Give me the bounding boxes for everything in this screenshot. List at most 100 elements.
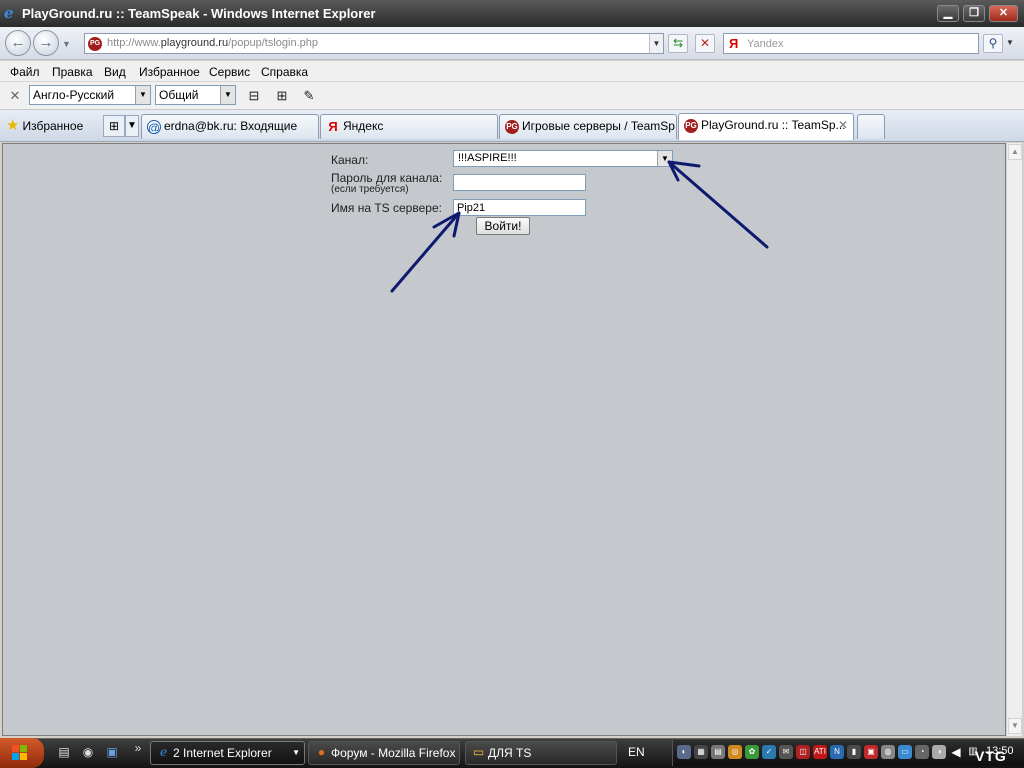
language-indicator[interactable]: EN <box>628 745 645 759</box>
topic-select[interactable]: Общий ▼ <box>155 85 236 105</box>
playground-icon: PG <box>505 120 519 134</box>
tray-app-icon[interactable]: N <box>830 745 844 759</box>
volume-icon[interactable]: ◀ <box>949 745 963 759</box>
stop-icon[interactable]: ✕ <box>695 34 715 53</box>
star-icon: ★ <box>6 117 20 134</box>
name-label: Имя на TS сервере: <box>331 201 442 215</box>
menu-edit[interactable]: Правка <box>52 65 93 79</box>
address-dropdown-icon[interactable]: ▼ <box>649 34 663 53</box>
search-box[interactable]: Я Yandex <box>723 33 979 54</box>
tray-app-icon[interactable]: ▣ <box>864 745 878 759</box>
forward-button[interactable]: → <box>33 30 59 56</box>
chevron-down-icon: ▼ <box>220 86 235 104</box>
window-title: PlayGround.ru :: TeamSpeak - Windows Int… <box>22 6 376 21</box>
task-firefox[interactable]: ● Форум - Mozilla Firefox <box>308 741 460 765</box>
tab-yandex[interactable]: Я Яндекс <box>320 114 498 139</box>
tab-label: erdna@bk.ru: Входящие <box>164 119 298 133</box>
yandex-logo-icon: Я <box>729 36 739 51</box>
menu-file[interactable]: Файл <box>10 65 40 79</box>
start-button[interactable] <box>0 738 44 768</box>
menu-view[interactable]: Вид <box>104 65 126 79</box>
firefox-icon: ● <box>317 745 326 759</box>
tab-label: Яндекс <box>343 119 384 133</box>
minimize-button[interactable]: ▁ <box>937 5 959 22</box>
scroll-up-icon[interactable]: ▲ <box>1008 144 1022 160</box>
refresh-icon[interactable]: ⇆ <box>668 34 688 53</box>
yandex-icon: Я <box>328 119 338 134</box>
quicklaunch-more-icon[interactable]: » <box>130 740 146 756</box>
task-label: 2 Internet Explorer <box>173 746 272 760</box>
tray-app-icon[interactable]: ▭ <box>898 745 912 759</box>
site-favicon-icon: PG <box>88 37 102 51</box>
ati-icon[interactable]: ATI <box>813 745 827 759</box>
tab-playground-teamspeak[interactable]: PG PlayGround.ru :: TeamSp... ✕ <box>678 113 854 140</box>
menu-help[interactable]: Справка <box>261 65 308 79</box>
tray-app-icon[interactable]: ◔ <box>915 745 929 759</box>
menu-favorites[interactable]: Избранное <box>139 65 200 79</box>
channel-label: Канал: <box>331 153 369 167</box>
close-tab-icon[interactable]: ✕ <box>838 114 848 137</box>
tray-app-icon[interactable]: ✉ <box>779 745 793 759</box>
system-tray: ◐ ▦ ▤ ◎ ✿ ✓ ✉ ◫ ATI N ▮ ▣ ◍ ▭ ◔ ◑ ◀ ▥ <box>672 740 1024 766</box>
favorites-label: Избранное <box>22 119 84 133</box>
task-folder[interactable]: ▭ ДЛЯ TS <box>465 741 617 765</box>
history-dropdown-icon[interactable]: ▼ <box>62 39 71 49</box>
tray-app-icon[interactable]: ▮ <box>847 745 861 759</box>
settings-wrench-icon[interactable]: ✎ <box>300 87 318 105</box>
tray-app-icon[interactable]: ◫ <box>796 745 810 759</box>
task-label: Форум - Mozilla Firefox <box>331 746 456 760</box>
chevron-down-icon[interactable]: ▼ <box>657 151 672 166</box>
search-options-icon[interactable]: ▼ <box>1006 38 1014 47</box>
menu-tools[interactable]: Сервис <box>209 65 250 79</box>
translate-page-icon[interactable]: ⊟ <box>245 87 263 105</box>
tray-app-icon[interactable]: ✓ <box>762 745 776 759</box>
folder-icon: ▭ <box>472 745 485 759</box>
tab-game-servers[interactable]: PG Игровые серверы / TeamSp... <box>499 114 677 139</box>
channel-select[interactable]: !!!ASPIRE!!! ▼ <box>453 150 673 167</box>
chevron-down-icon: ▼ <box>292 748 300 757</box>
scroll-down-icon[interactable]: ▼ <box>1008 718 1022 734</box>
vertical-scrollbar[interactable]: ▲ ▼ <box>1006 143 1022 736</box>
favorites-button[interactable]: ★ Избранное <box>6 116 83 134</box>
ie-icon: e <box>159 745 168 759</box>
dictionary-select[interactable]: Англо-Русский ▼ <box>29 85 151 105</box>
channel-value: !!!ASPIRE!!! <box>458 152 517 164</box>
title-bar: e PlayGround.ru :: TeamSpeak - Windows I… <box>0 0 1024 27</box>
media-player-icon[interactable]: ◉ <box>80 744 96 760</box>
tray-app-icon[interactable]: ▤ <box>711 745 725 759</box>
address-bar[interactable]: PG http://www.playground.ru/popup/tslogi… <box>84 33 664 54</box>
tray-app-icon[interactable]: ◐ <box>677 745 691 759</box>
login-button[interactable]: Войти! <box>476 217 530 235</box>
maximize-button[interactable]: ❐ <box>963 5 985 22</box>
tray-app-icon[interactable]: ▦ <box>694 745 708 759</box>
close-button[interactable]: ✕ <box>989 5 1018 22</box>
password-input[interactable] <box>453 174 586 191</box>
close-toolbar-icon[interactable]: ✕ <box>6 87 24 105</box>
ie-logo-icon: e <box>4 4 14 22</box>
tab-label: PlayGround.ru :: TeamSp... <box>701 118 846 132</box>
tray-app-icon[interactable]: ◎ <box>728 745 742 759</box>
translate-selection-icon[interactable]: ⊞ <box>273 87 291 105</box>
menu-bar: Файл Правка Вид Избранное Сервис Справка <box>0 61 1024 82</box>
tray-app-icon[interactable]: ◍ <box>881 745 895 759</box>
back-button[interactable]: ← <box>5 30 31 56</box>
ts-name-input[interactable] <box>453 199 586 216</box>
search-placeholder: Yandex <box>747 38 784 50</box>
watermark: VTG <box>975 748 1007 764</box>
tab-label: Игровые серверы / TeamSp... <box>522 119 677 133</box>
new-tab-button[interactable] <box>857 114 885 139</box>
windows-logo-icon <box>12 745 28 761</box>
address-url[interactable]: http://www.playground.ru/popup/tslogin.p… <box>107 37 318 49</box>
tray-app-icon[interactable]: ✿ <box>745 745 759 759</box>
topic-value: Общий <box>159 88 199 102</box>
browser-window: e PlayGround.ru :: TeamSpeak - Windows I… <box>0 0 1024 768</box>
quick-tabs-icon[interactable]: ⊞ <box>103 115 125 137</box>
tray-app-icon[interactable]: ◑ <box>932 745 946 759</box>
app-icon[interactable]: ▣ <box>104 744 120 760</box>
password-hint: (если требуется) <box>331 184 409 195</box>
task-internet-explorer[interactable]: e 2 Internet Explorer ▼ <box>150 741 305 765</box>
search-icon[interactable]: ⚲ <box>983 34 1003 53</box>
tab-mail[interactable]: @ erdna@bk.ru: Входящие <box>141 114 319 139</box>
tab-list-dropdown-icon[interactable]: ▼ <box>125 115 139 137</box>
document-icon[interactable]: ▤ <box>56 744 72 760</box>
